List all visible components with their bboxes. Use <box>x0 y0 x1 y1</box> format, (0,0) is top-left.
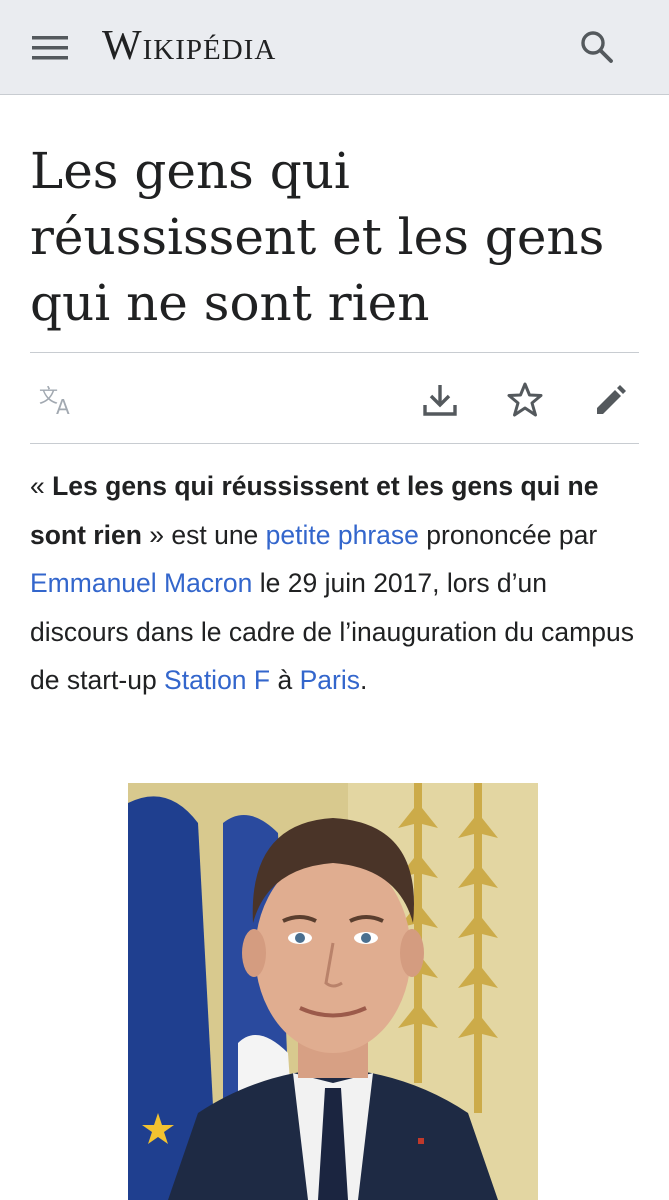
lead-open-quote: « <box>30 471 53 501</box>
link-station-f[interactable]: Station F <box>164 665 270 695</box>
link-emmanuel-macron[interactable]: Emmanuel Macron <box>30 568 252 598</box>
download-icon[interactable] <box>416 376 464 424</box>
star-icon[interactable] <box>501 376 549 424</box>
lead-text: . <box>359 665 368 695</box>
translate-icon[interactable]: 文 A <box>33 376 81 424</box>
search-icon[interactable] <box>574 24 620 70</box>
lead-paragraph: « Les gens qui réussissent et les gens q… <box>30 462 642 705</box>
lead-text: » est une <box>141 519 266 550</box>
link-paris[interactable]: Paris <box>300 665 360 695</box>
lead-text: à <box>270 665 300 695</box>
pencil-icon[interactable] <box>587 376 635 424</box>
top-bar: Wikipédia <box>0 0 669 95</box>
divider <box>30 443 639 444</box>
divider <box>30 352 639 353</box>
wikipedia-logo[interactable]: Wikipédia <box>102 20 276 72</box>
page-title: Les gens qui réussissent et les gens qui… <box>30 142 605 332</box>
portrait-photo[interactable] <box>128 783 538 1200</box>
hamburger-menu-icon[interactable] <box>28 28 72 68</box>
link-petite-phrase[interactable]: petite phrase <box>266 520 419 550</box>
svg-text:A: A <box>56 395 70 418</box>
lead-text: prononcée par <box>418 519 598 550</box>
